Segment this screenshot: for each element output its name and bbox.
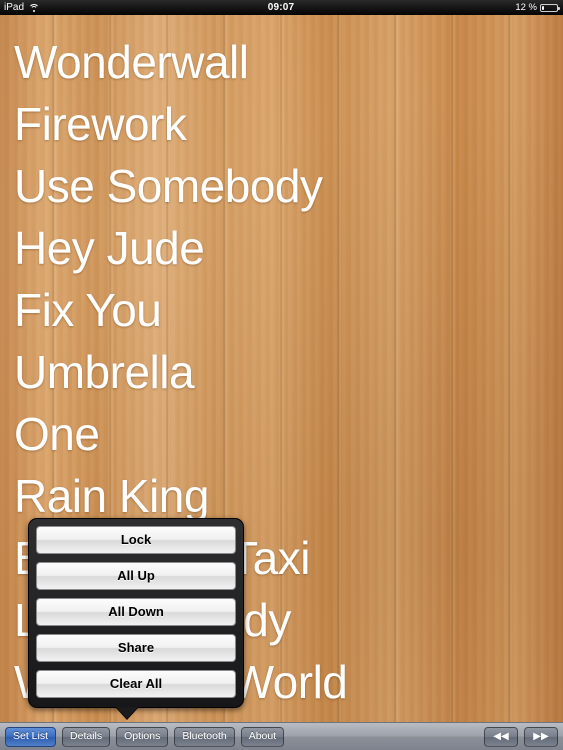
tab-set-list[interactable]: Set List — [5, 726, 57, 747]
bottom-toolbar: Set List Details Options Bluetooth About… — [0, 722, 563, 750]
all-down-button[interactable]: All Down — [36, 598, 236, 626]
status-bar-left: iPad — [0, 0, 124, 15]
list-item[interactable]: Fix You — [14, 279, 563, 341]
device-label: iPad — [4, 2, 25, 13]
lock-button[interactable]: Lock — [36, 526, 236, 554]
next-button[interactable]: ▶▶ — [524, 726, 558, 747]
status-bar-clock: 09:07 — [267, 2, 295, 13]
clear-all-button[interactable]: Clear All — [36, 670, 236, 698]
status-bar: iPad 09:07 12 % — [0, 0, 563, 15]
options-popover-body: Lock All Up All Down Share Clear All — [28, 518, 244, 708]
list-item[interactable]: Firework — [14, 93, 563, 155]
list-item[interactable]: Umbrella — [14, 341, 563, 403]
status-bar-right: 12 % — [438, 0, 563, 15]
list-item[interactable]: Wonderwall — [14, 31, 563, 93]
options-popover: Lock All Up All Down Share Clear All — [28, 518, 244, 719]
list-item[interactable]: Use Somebody — [14, 155, 563, 217]
list-item[interactable]: One — [14, 403, 563, 465]
ipad-screen: iPad 09:07 12 % Wonderwall Firework Use … — [0, 0, 563, 750]
wifi-icon — [28, 3, 40, 12]
tab-details[interactable]: Details — [62, 726, 111, 747]
popover-arrow-icon — [116, 707, 138, 719]
all-up-button[interactable]: All Up — [36, 562, 236, 590]
tab-options[interactable]: Options — [116, 726, 169, 747]
tab-bluetooth[interactable]: Bluetooth — [174, 726, 235, 747]
list-item[interactable]: Hey Jude — [14, 217, 563, 279]
share-button[interactable]: Share — [36, 634, 236, 662]
tab-about[interactable]: About — [240, 726, 285, 747]
battery-percent-label: 12 % — [515, 2, 537, 13]
battery-icon — [540, 3, 560, 12]
previous-button[interactable]: ◀◀ — [484, 726, 518, 747]
